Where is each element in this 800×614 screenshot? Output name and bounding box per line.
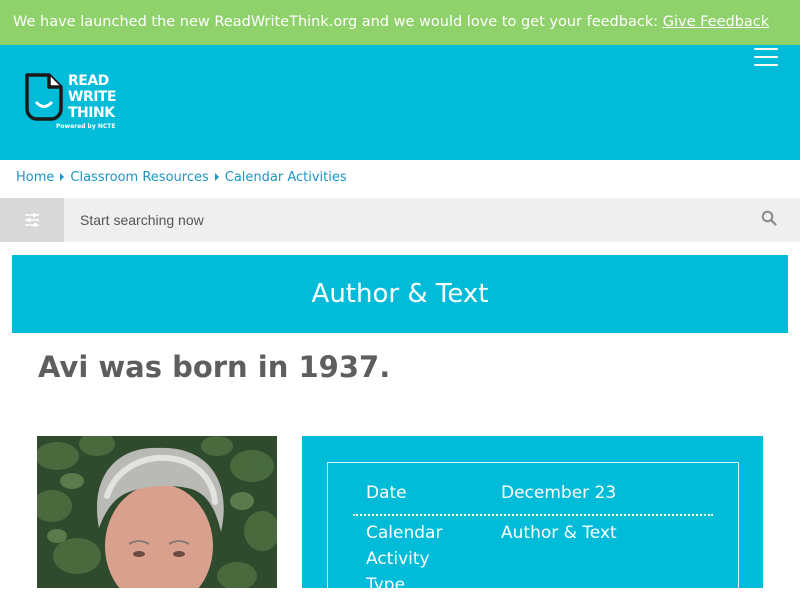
logo-line-read: READ <box>68 73 109 89</box>
breadcrumb-separator-icon <box>60 173 65 181</box>
search-bar <box>0 198 800 242</box>
activity-details-panel: Date December 23 Calendar Activity Type … <box>302 436 763 614</box>
give-feedback-link[interactable]: Give Feedback <box>663 14 769 30</box>
search-icon[interactable] <box>761 210 777 226</box>
section-title-band: Author & Text <box>12 255 788 333</box>
detail-label: Date <box>366 483 407 503</box>
sliders-icon <box>25 213 39 227</box>
filter-button[interactable] <box>0 198 64 242</box>
breadcrumb-separator-icon <box>214 173 219 181</box>
details-divider <box>353 514 713 516</box>
search-input[interactable] <box>80 198 730 242</box>
logo-line-write: WRITE <box>68 89 117 105</box>
author-photo <box>37 436 277 588</box>
breadcrumb-calendar-activities[interactable]: Calendar Activities <box>225 170 347 185</box>
menu-bar-top <box>754 48 778 50</box>
logo-line-think: THINK <box>68 105 115 121</box>
author-portrait-image <box>37 436 277 588</box>
detail-label: Calendar Activity Type <box>366 523 443 595</box>
detail-value: December 23 <box>501 483 617 503</box>
feedback-banner: We have launched the new ReadWriteThink.… <box>0 0 800 45</box>
logo-wordmark: READ WRITE THINK <box>68 73 117 121</box>
logo-page-icon <box>25 73 63 121</box>
detail-value: Author & Text <box>501 523 617 543</box>
breadcrumb-home[interactable]: Home <box>16 170 54 185</box>
site-header: READ WRITE THINK Powered by NCTE <box>0 45 800 160</box>
page-title: Avi was born in 1937. <box>38 350 391 384</box>
logo-tagline: Powered by NCTE <box>56 123 116 130</box>
breadcrumb: Home Classroom Resources Calendar Activiti… <box>16 170 347 185</box>
menu-bar-middle <box>754 56 778 58</box>
banner-message: We have launched the new ReadWriteThink.… <box>13 14 663 30</box>
details-box: Date December 23 Calendar Activity Type … <box>327 462 739 614</box>
readwritethink-logo[interactable]: READ WRITE THINK Powered by NCTE <box>24 73 124 135</box>
hamburger-menu-icon[interactable] <box>754 48 778 66</box>
menu-bar-bottom <box>754 64 778 66</box>
breadcrumb-classroom-resources[interactable]: Classroom Resources <box>70 170 208 185</box>
section-title: Author & Text <box>311 279 489 309</box>
